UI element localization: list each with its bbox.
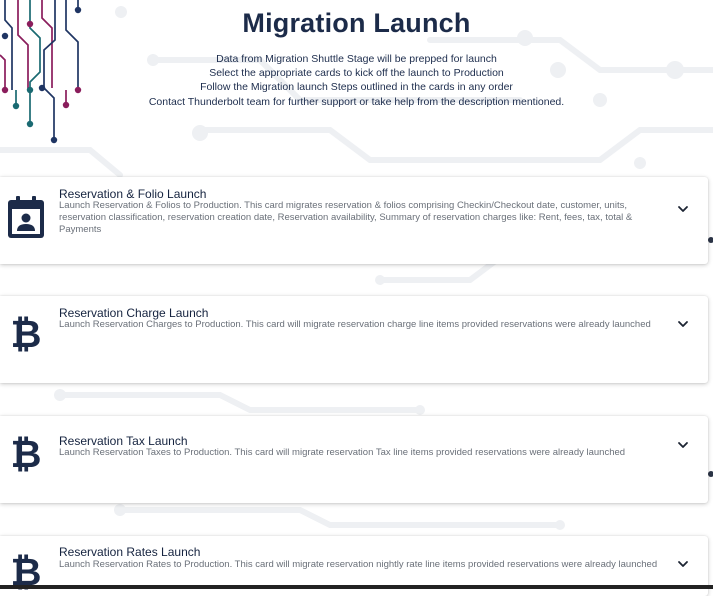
- page-title: Migration Launch: [242, 8, 471, 38]
- bitcoin-icon: ₿: [11, 432, 42, 476]
- card-title: Reservation Tax Launch: [59, 434, 188, 448]
- chevron-down-icon[interactable]: [676, 202, 690, 216]
- instruction-line: Select the appropriate cards to kick off…: [209, 67, 504, 80]
- window-bottom-edge: [0, 585, 713, 589]
- calendar-user-icon: [8, 196, 44, 238]
- chevron-down-icon[interactable]: [676, 557, 690, 571]
- chevron-down-icon[interactable]: [676, 438, 690, 452]
- card-title: Reservation Rates Launch: [59, 545, 201, 559]
- card-reservation-charge-launch[interactable]: ₿ Reservation Charge Launch Launch Reser…: [0, 296, 708, 383]
- bitcoin-icon: ₿: [11, 312, 42, 356]
- card-description: Launch Reservation & Folios to Productio…: [59, 200, 633, 235]
- page-header: Migration Launch Data from Migration Shu…: [0, 0, 713, 109]
- svg-text:₿: ₿: [11, 432, 42, 476]
- card-title: Reservation & Folio Launch: [59, 187, 207, 201]
- instruction-line: Data from Migration Shuttle Stage will b…: [216, 53, 497, 65]
- page-instructions: Data from Migration Shuttle Stage will b…: [0, 52, 713, 109]
- card-reservation-folio-launch[interactable]: Reservation & Folio Launch Launch Reserv…: [0, 177, 708, 264]
- svg-text:₿: ₿: [11, 312, 42, 356]
- card-description: Launch Reservation Charges to Production…: [59, 319, 651, 330]
- circuit-edge-dot: [708, 237, 713, 243]
- card-description: Launch Reservation Rates to Production. …: [59, 559, 658, 570]
- card-description: Launch Reservation Taxes to Production. …: [59, 447, 626, 458]
- circuit-edge-dot: [708, 471, 713, 477]
- instruction-line: Follow the Migration launch Steps outlin…: [200, 81, 513, 94]
- card-reservation-tax-launch[interactable]: ₿ Reservation Tax Launch Launch Reservat…: [0, 416, 708, 503]
- instruction-line: Contact Thunderbolt team for further sup…: [148, 95, 565, 108]
- chevron-down-icon[interactable]: [676, 317, 690, 331]
- card-title: Reservation Charge Launch: [59, 306, 209, 320]
